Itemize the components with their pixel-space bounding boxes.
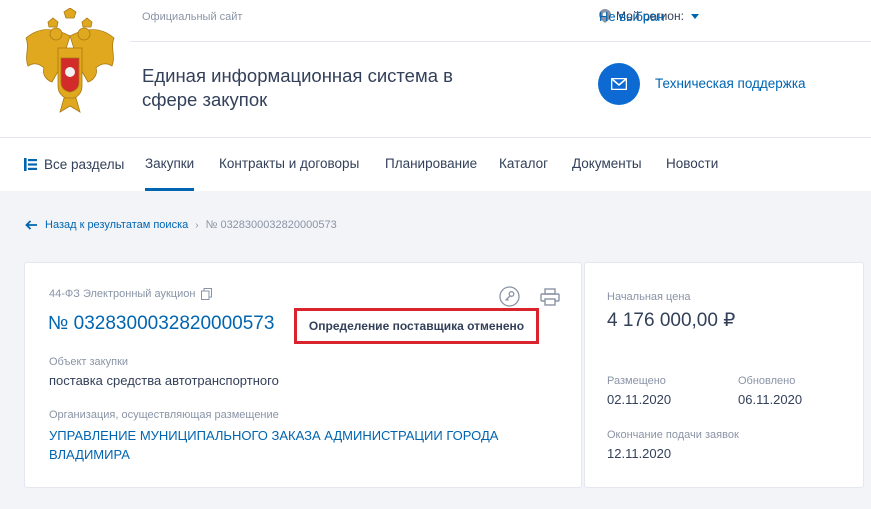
region-value[interactable]: Не выбран [599, 9, 665, 24]
back-to-results-link[interactable]: Назад к результатам поиска [45, 219, 188, 231]
price-value: 4 176 000,00 ₽ [607, 310, 736, 331]
nav-item-documents[interactable]: Документы [572, 138, 642, 191]
breadcrumb-current: № 0328300032820000573 [205, 219, 337, 231]
main-nav: Все разделы Закупки Контракты и договоры… [0, 137, 871, 191]
organization-link[interactable]: УПРАВЛЕНИЕ МУНИЦИПАЛЬНОГО ЗАКАЗА АДМИНИС… [49, 426, 519, 464]
procurement-type-label: 44-ФЗ Электронный аукцион [49, 288, 196, 300]
status-badge: Определение поставщика отменено [294, 308, 539, 344]
object-value: поставка средства автотранспортного [49, 373, 279, 388]
procurement-type: 44-ФЗ Электронный аукцион [49, 288, 213, 300]
support-link[interactable]: Техническая поддержка [655, 76, 806, 91]
nav-item-planning[interactable]: Планирование [385, 138, 477, 191]
nav-item-contracts[interactable]: Контракты и договоры [219, 138, 359, 191]
menu-grid-icon [24, 158, 37, 171]
price-label: Начальная цена [607, 291, 691, 303]
breadcrumb-separator: › [195, 219, 199, 231]
updated-label: Обновлено [738, 375, 796, 387]
russian-emblem-icon[interactable] [20, 8, 120, 116]
region-selector[interactable]: Мой регион: Не выбран [599, 9, 699, 24]
key-icon[interactable] [499, 286, 520, 307]
official-site-label: Официальный сайт [142, 11, 243, 23]
arrow-left-icon[interactable] [25, 220, 38, 230]
deadline-value: 12.11.2020 [607, 446, 672, 461]
nav-item-purchases[interactable]: Закупки [145, 138, 195, 191]
nav-all-sections-label: Все разделы [44, 157, 125, 172]
nav-item-catalog[interactable]: Каталог [499, 138, 548, 191]
placed-label: Размещено [607, 375, 666, 387]
object-label: Объект закупки [49, 356, 129, 368]
support-button[interactable] [598, 63, 640, 105]
updated-value: 06.11.2020 [738, 392, 803, 407]
site-title[interactable]: Единая информационная система в сфере за… [142, 64, 482, 112]
procurement-number-link[interactable]: № 0328300032820000573 [48, 313, 274, 335]
breadcrumb: Назад к результатам поиска › № 032830003… [25, 219, 337, 231]
site-header: Официальный сайт Мой регион: Не выбран Е… [0, 0, 871, 137]
status-text: Определение поставщика отменено [308, 319, 525, 333]
mail-icon [611, 78, 627, 90]
organization-label: Организация, осуществляющая размещение [49, 409, 279, 421]
deadline-label: Окончание подачи заявок [607, 429, 739, 441]
chevron-down-icon[interactable] [690, 13, 699, 19]
header-divider [130, 41, 871, 42]
nav-item-news[interactable]: Новости [666, 138, 718, 191]
copy-icon[interactable] [201, 288, 213, 300]
placed-value: 02.11.2020 [607, 392, 672, 407]
nav-all-sections[interactable]: Все разделы [24, 138, 124, 191]
print-icon[interactable] [540, 288, 560, 306]
